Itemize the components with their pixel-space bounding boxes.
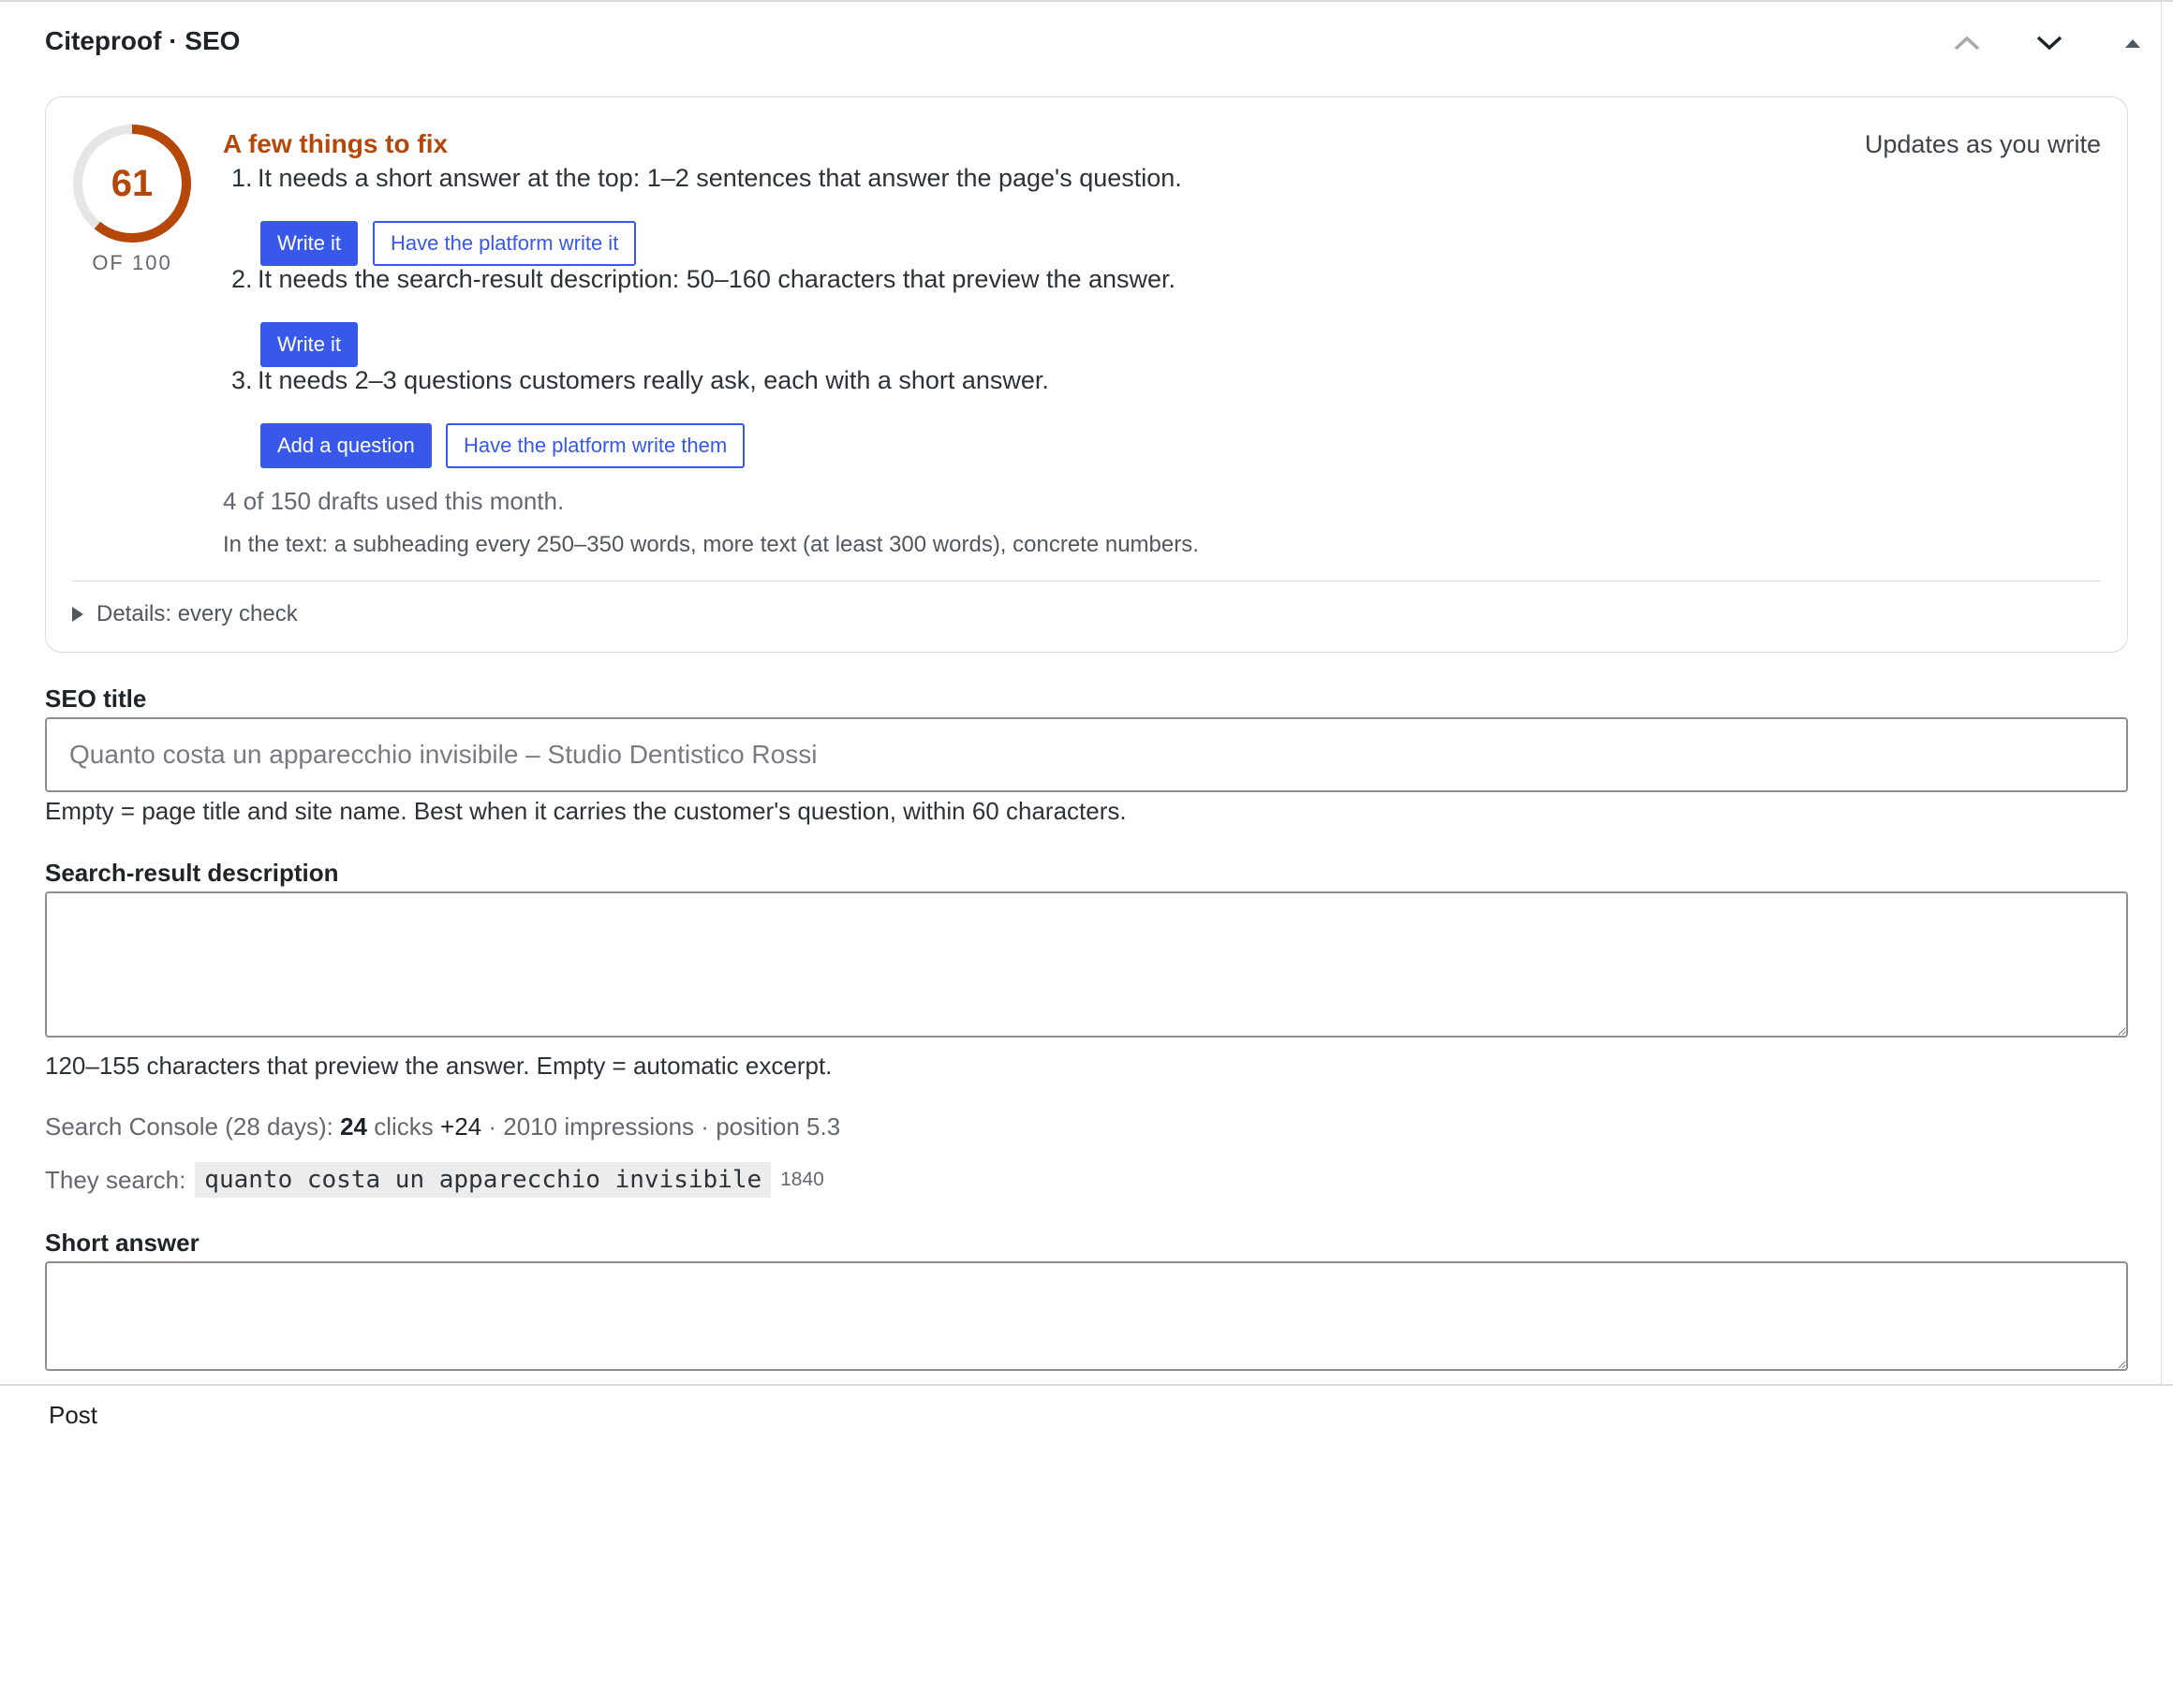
impressions-count: 2010 impressions [503,1112,695,1141]
fix-number: 1. [231,164,253,192]
seo-title-input[interactable] [45,717,2128,792]
score-max-label: OF 100 [92,251,172,274]
fix-text: It needs 2–3 questions customers really … [258,366,1049,394]
top-query-row: They search: quanto costa un apparecchio… [45,1159,824,1200]
fix-item: 2. It needs the search-result description… [231,262,1175,296]
move-down-button[interactable] [2021,17,2077,69]
search-console-prefix: Search Console (28 days): [45,1112,333,1141]
score-value: 61 [111,162,154,204]
add-question-button[interactable]: Add a question [260,423,432,468]
fix-text: It needs a short answer at the top: 1–2 … [258,164,1182,192]
platform-write-short-answer-button[interactable]: Have the platform write it [373,221,637,266]
details-toggle[interactable]: Details: every check [72,597,298,631]
clicks-label: clicks [374,1112,434,1141]
write-description-button[interactable]: Write it [260,322,359,367]
fix-number: 2. [231,265,253,293]
short-answer-textarea[interactable] [45,1261,2128,1371]
average-position: position 5.3 [716,1112,841,1141]
seo-title-label: SEO title [45,685,147,713]
status-title: A few things to fix [223,129,449,158]
seo-title-help: Empty = page title and site name. Best w… [45,797,1127,825]
score-card: 61 OF 100 A few things to fix Updates as… [45,96,2128,653]
description-textarea[interactable] [45,891,2128,1038]
clicks-delta: +24 [440,1112,482,1141]
toggle-panel-button[interactable] [2105,17,2161,69]
disclosure-triangle-icon [72,607,83,622]
stats-separator: · [701,1112,709,1141]
platform-write-questions-button[interactable]: Have the platform write them [446,423,746,468]
text-hint: In the text: a subheading every 250–350 … [223,532,1199,557]
move-up-button[interactable] [1939,17,1995,69]
footer-divider [0,1384,2173,1386]
live-update-note: Updates as you write [1864,130,2101,158]
breadcrumb-post: Post [49,1401,98,1429]
caret-up-icon [2125,39,2140,48]
card-divider [72,581,2101,582]
chevron-down-icon [2036,36,2062,51]
fix-text: It needs the search-result description: … [258,265,1176,293]
stats-separator: · [488,1112,497,1141]
they-search-label: They search: [45,1165,186,1194]
top-query-count: 1840 [780,1169,824,1190]
chevron-up-icon [1954,36,1980,51]
short-answer-label: Short answer [45,1229,200,1257]
fix-item: 3. It needs 2–3 questions customers reall… [231,363,1049,397]
top-query: quanto costa un apparecchio invisibile [195,1162,772,1198]
fix-item: 1. It needs a short answer at the top: 1–… [231,161,1182,195]
search-console-stats: Search Console (28 days): 24 clicks +24 … [45,1111,840,1142]
description-help: 120–155 characters that preview the answ… [45,1052,833,1080]
description-label: Search-result description [45,859,339,887]
write-short-answer-button[interactable]: Write it [260,221,359,266]
details-label: Details: every check [96,601,298,626]
seo-panel: Citeproof · SEO 61 OF 100 A few things t… [0,2,2162,1384]
panel-title: Citeproof · SEO [45,26,241,55]
drafts-usage: 4 of 150 drafts used this month. [223,487,565,515]
clicks-count: 24 [340,1112,367,1141]
fix-number: 3. [231,366,253,394]
panel-header: Citeproof · SEO [0,2,2162,81]
